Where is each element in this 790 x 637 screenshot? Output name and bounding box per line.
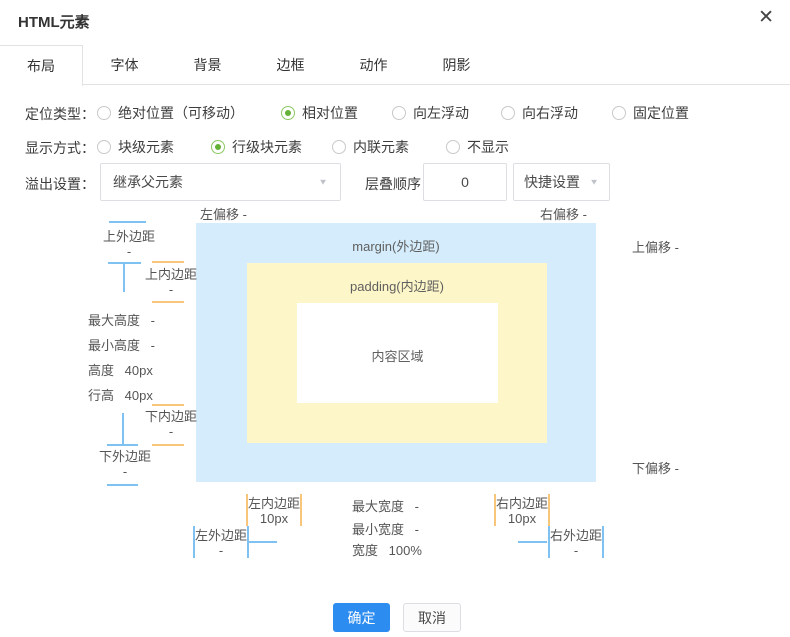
margin-top-label: 上外边距 - <box>96 229 162 259</box>
radio-label: 行级块元素 <box>232 137 302 157</box>
overflow-select[interactable]: 继承父元素 ▼ <box>100 163 341 201</box>
padding-top-label: 上内边距 - <box>138 267 204 297</box>
min-height-row: 最小高度 - <box>88 335 155 354</box>
chevron-down-icon: ▼ <box>589 178 599 187</box>
measure-line <box>152 301 184 303</box>
radio-label: 向左浮动 <box>413 103 469 123</box>
html-element-dialog: HTML元素 ✕ 布局 字体 背景 边框 动作 阴影 定位类型： 绝对位置（可移… <box>0 0 790 637</box>
quick-set-label: 快捷设置 <box>524 172 580 192</box>
offset-left-label: 左偏移 - <box>200 204 247 223</box>
overflow-setting-label: 溢出设置： <box>25 174 95 194</box>
padding-left-label: 左内边距 10px <box>247 496 301 526</box>
height-row: 高度 40px <box>88 360 153 379</box>
radio-icon <box>501 106 515 120</box>
measure-line <box>107 484 138 486</box>
radio-display-none[interactable]: 不显示 <box>446 137 509 157</box>
radio-label: 固定位置 <box>633 103 689 123</box>
tab-font[interactable]: 字体 <box>83 45 166 85</box>
max-height-row: 最大高度 - <box>88 310 155 329</box>
cancel-button[interactable]: 取消 <box>403 603 461 632</box>
offset-bottom-label: 下偏移 - <box>632 458 679 477</box>
content-box: 内容区域 <box>297 303 498 403</box>
dialog-title: HTML元素 <box>18 11 90 32</box>
measure-line <box>518 541 547 543</box>
tab-shadow[interactable]: 阴影 <box>415 45 498 85</box>
radio-relative-position[interactable]: 相对位置 <box>281 103 358 123</box>
radio-float-left[interactable]: 向左浮动 <box>392 103 469 123</box>
measure-line <box>152 444 184 446</box>
measure-line <box>107 444 138 446</box>
radio-label: 绝对位置（可移动） <box>118 103 244 123</box>
radio-inline-element[interactable]: 内联元素 <box>332 137 409 157</box>
radio-label: 块级元素 <box>118 137 174 157</box>
margin-bottom-label: 下外边距 - <box>92 449 158 479</box>
radio-inline-block-element[interactable]: 行级块元素 <box>211 137 302 157</box>
padding-bottom-label: 下内边距 - <box>138 409 204 439</box>
tab-bar: 布局 字体 背景 边框 动作 阴影 <box>0 45 790 85</box>
radio-block-element[interactable]: 块级元素 <box>97 137 174 157</box>
tab-border[interactable]: 边框 <box>249 45 332 85</box>
radio-icon <box>392 106 406 120</box>
tab-layout[interactable]: 布局 <box>0 45 83 86</box>
padding-right-label: 右内边距 10px <box>495 496 549 526</box>
radio-icon <box>612 106 626 120</box>
width-row: 宽度 100% <box>352 540 422 559</box>
radio-icon <box>332 140 346 154</box>
radio-float-right[interactable]: 向右浮动 <box>501 103 578 123</box>
radio-icon <box>97 106 111 120</box>
quick-set-dropdown[interactable]: 快捷设置 ▼ <box>513 163 610 201</box>
radio-icon <box>446 140 460 154</box>
margin-label: margin(外边距) <box>196 236 596 255</box>
tab-action[interactable]: 动作 <box>332 45 415 85</box>
ok-button[interactable]: 确定 <box>333 603 390 632</box>
z-index-input[interactable] <box>423 163 507 201</box>
radio-absolute-position[interactable]: 绝对位置（可移动） <box>97 103 244 123</box>
line-height-row: 行高 40px <box>88 385 153 404</box>
measure-line <box>152 404 184 406</box>
radio-icon <box>97 140 111 154</box>
radio-label: 不显示 <box>467 137 509 157</box>
display-mode-label: 显示方式： <box>25 138 95 158</box>
measure-line <box>122 413 124 444</box>
max-width-row: 最大宽度 - <box>352 496 419 515</box>
measure-line <box>152 261 184 263</box>
offset-right-label: 右偏移 - <box>540 204 587 223</box>
close-icon[interactable]: ✕ <box>758 8 774 27</box>
offset-top-label: 上偏移 - <box>632 237 679 256</box>
content-label: 内容区域 <box>297 346 498 365</box>
radio-icon <box>211 140 225 154</box>
radio-label: 内联元素 <box>353 137 409 157</box>
radio-label: 向右浮动 <box>522 103 578 123</box>
z-index-label: 层叠顺序 <box>365 174 421 194</box>
measure-line <box>109 221 146 223</box>
overflow-select-value: 继承父元素 <box>113 172 183 192</box>
tab-background[interactable]: 背景 <box>166 45 249 85</box>
margin-right-label: 右外边距 - <box>549 528 603 558</box>
positioning-type-label: 定位类型： <box>25 104 95 124</box>
measure-line <box>123 262 125 292</box>
radio-icon <box>281 106 295 120</box>
radio-fixed-position[interactable]: 固定位置 <box>612 103 689 123</box>
margin-left-label: 左外边距 - <box>194 528 248 558</box>
measure-line <box>249 541 277 543</box>
min-width-row: 最小宽度 - <box>352 519 419 538</box>
radio-label: 相对位置 <box>302 103 358 123</box>
chevron-down-icon: ▼ <box>318 178 328 187</box>
dialog-header: HTML元素 ✕ <box>0 0 790 45</box>
padding-label: padding(内边距) <box>247 276 547 295</box>
